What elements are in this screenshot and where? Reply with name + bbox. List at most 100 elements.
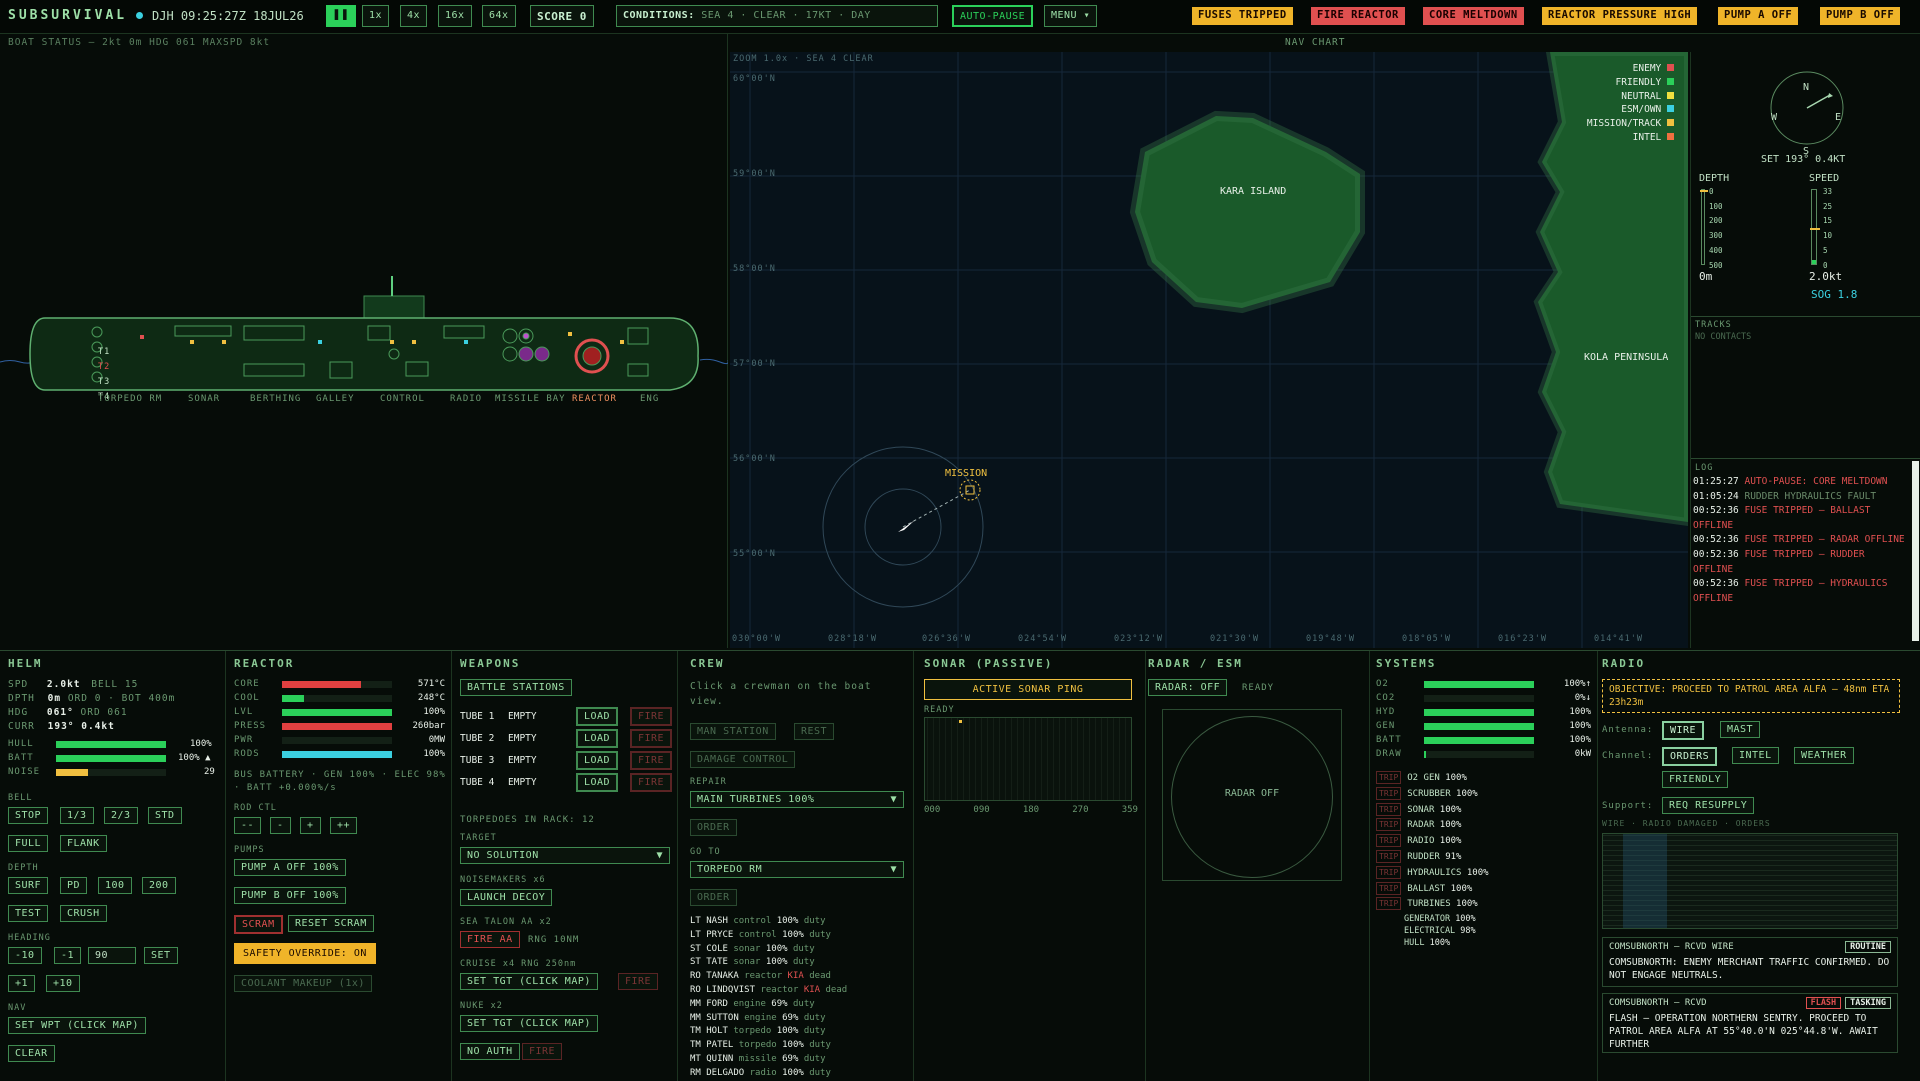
crew-member[interactable]: MM SUTTON engine 69% duty [690, 1012, 906, 1026]
alert-pump-b[interactable]: PUMP B OFF [1820, 7, 1901, 25]
compartment-galley[interactable]: GALLEY [316, 394, 355, 404]
coolant-makeup-button[interactable]: COOLANT MAKEUP (1x) [234, 975, 372, 992]
depth-surf-button[interactable]: SURF [8, 877, 49, 894]
trip-button[interactable]: TRIP [1376, 865, 1402, 879]
compartment-control[interactable]: CONTROL [380, 394, 425, 404]
goto-select[interactable]: TORPEDO RM ▼ [690, 861, 904, 878]
crew-member[interactable]: MM FORD engine 69% duty [690, 998, 906, 1012]
crew-member[interactable]: LT NASH control 100% duty [690, 915, 906, 929]
heading-input[interactable]: 90 [88, 947, 136, 964]
crew-member[interactable]: RO LINDQVIST reactor KIA dead [690, 984, 906, 998]
radio-message[interactable]: COMSUBNORTH — RCVD WIRE ROUTINE COMSUBNORT… [1602, 937, 1898, 987]
bell-2-3-button[interactable]: 2/3 [104, 807, 138, 824]
bell-1-3-button[interactable]: 1/3 [60, 807, 94, 824]
alert-reactor-pressure[interactable]: REACTOR PRESSURE HIGH [1542, 7, 1698, 25]
nuke-set-target-button[interactable]: SET TGT (CLICK MAP) [460, 1015, 598, 1032]
bell-full-button[interactable]: FULL [8, 835, 49, 852]
speed-64x-button[interactable]: 64x [482, 5, 516, 27]
rod-plus2-button[interactable]: ++ [330, 817, 358, 834]
trip-button[interactable]: TRIP [1376, 849, 1402, 863]
pump-a-button[interactable]: PUMP A OFF 100% [234, 859, 346, 876]
compartment-berthing[interactable]: BERTHING [250, 394, 301, 404]
target-select[interactable]: NO SOLUTION ▼ [460, 847, 670, 864]
depth-test-button[interactable]: TEST [8, 905, 49, 922]
trip-button[interactable]: TRIP [1376, 834, 1402, 848]
heading-minus1-button[interactable]: -1 [54, 947, 82, 964]
compartment-missile-bay[interactable]: MISSILE BAY [495, 394, 566, 404]
heading-plus10-button[interactable]: +10 [46, 975, 80, 992]
bell-flank-button[interactable]: FLANK [60, 835, 107, 852]
reset-scram-button[interactable]: RESET SCRAM [288, 915, 374, 932]
request-resupply-button[interactable]: REQ RESUPPLY [1662, 797, 1755, 814]
antenna-wire-button[interactable]: WIRE [1662, 721, 1705, 740]
alert-pump-a[interactable]: PUMP A OFF [1718, 7, 1799, 25]
trip-button[interactable]: TRIP [1376, 771, 1402, 784]
tube-2-fire-button[interactable]: FIRE [630, 729, 673, 748]
goto-order-button[interactable]: ORDER [690, 889, 737, 906]
menu-button[interactable]: MENU ▾ [1044, 5, 1098, 27]
channel-orders-button[interactable]: ORDERS [1662, 747, 1718, 766]
crew-list[interactable]: LT NASH control 100% duty LT PRYCE contro… [690, 915, 906, 1079]
channel-friendly-button[interactable]: FRIENDLY [1662, 771, 1729, 788]
compartment-eng[interactable]: ENG [640, 394, 659, 404]
no-auth-button[interactable]: NO AUTH [460, 1043, 520, 1060]
speed-16x-button[interactable]: 16x [438, 5, 472, 27]
log-scrollbar[interactable] [1912, 461, 1919, 641]
radio-message[interactable]: COMSUBNORTH — RCVD FLASH TASKING FLASH — OP… [1602, 993, 1898, 1053]
crew-member[interactable]: ST TATE sonar 100% duty [690, 956, 906, 970]
depth-pd-button[interactable]: PD [60, 877, 88, 894]
cruise-set-target-button[interactable]: SET TGT (CLICK MAP) [460, 973, 598, 990]
damage-control-button[interactable]: DAMAGE CONTROL [690, 751, 796, 768]
cruise-fire-button[interactable]: FIRE [618, 973, 659, 990]
depth-crush-button[interactable]: CRUSH [60, 905, 107, 922]
crew-member[interactable]: RO TANAKA reactor KIA dead [690, 970, 906, 984]
rod-minus1-button[interactable]: - [270, 817, 291, 834]
alert-fire-reactor[interactable]: FIRE REACTOR [1311, 7, 1405, 25]
crew-member[interactable]: TM HOLT torpedo 100% duty [690, 1025, 906, 1039]
tube-1-fire-button[interactable]: FIRE [630, 707, 673, 726]
radar-toggle-button[interactable]: RADAR: OFF [1148, 679, 1228, 696]
trip-button[interactable]: TRIP [1376, 786, 1402, 800]
trip-button[interactable]: TRIP [1376, 897, 1402, 911]
speed-4x-button[interactable]: 4x [400, 5, 428, 27]
bell-std-button[interactable]: STD [148, 807, 182, 824]
compartment-sonar[interactable]: SONAR [188, 394, 220, 404]
crew-member[interactable]: LT PRYCE control 100% duty [690, 929, 906, 943]
compartment-reactor[interactable]: REACTOR [572, 394, 617, 404]
repair-select[interactable]: MAIN TURBINES 100% ▼ [690, 791, 904, 808]
autopause-button[interactable]: AUTO-PAUSE [952, 5, 1034, 27]
event-log[interactable]: LOG 01:25:27 AUTO-PAUSE: CORE MELTDOWN 01… [1691, 458, 1920, 646]
crew-member[interactable]: ST COLE sonar 100% duty [690, 943, 906, 957]
chart-map[interactable] [730, 52, 1688, 648]
compartment-torpedo-rm[interactable]: TORPEDO RM [98, 394, 162, 404]
channel-weather-button[interactable]: WEATHER [1794, 747, 1854, 764]
crew-member[interactable]: TM PATEL torpedo 100% duty [690, 1039, 906, 1053]
safety-override-toggle[interactable]: SAFETY OVERRIDE: ON [234, 943, 376, 964]
alert-core-meltdown[interactable]: CORE MELTDOWN [1423, 7, 1524, 25]
nuke-fire-button[interactable]: FIRE [522, 1043, 563, 1060]
clear-waypoint-button[interactable]: CLEAR [8, 1045, 55, 1062]
trip-button[interactable]: TRIP [1376, 881, 1402, 895]
tube-3-fire-button[interactable]: FIRE [630, 751, 673, 770]
man-station-button[interactable]: MAN STATION [690, 723, 776, 740]
fire-aa-button[interactable]: FIRE AA [460, 931, 520, 948]
alert-fuses-tripped[interactable]: FUSES TRIPPED [1192, 7, 1293, 25]
heading-set-button[interactable]: SET [144, 947, 178, 964]
crew-member[interactable]: MT QUINN missile 69% duty [690, 1053, 906, 1067]
tube-3-load-button[interactable]: LOAD [576, 751, 619, 770]
trip-button[interactable]: TRIP [1376, 802, 1402, 816]
submarine-diagram[interactable] [0, 214, 728, 464]
depth-200-button[interactable]: 200 [142, 877, 176, 894]
scram-button[interactable]: SCRAM [234, 915, 283, 934]
speed-1x-button[interactable]: 1x [362, 5, 390, 27]
compartment-radio[interactable]: RADIO [450, 394, 482, 404]
tube-4-fire-button[interactable]: FIRE [630, 773, 673, 792]
boat-view[interactable]: BOAT STATUS — 2kt 0m HDG 061 MAXSPD 8kt [0, 34, 728, 648]
active-ping-button[interactable]: ACTIVE SONAR PING [924, 679, 1132, 700]
rest-button[interactable]: REST [794, 723, 835, 740]
heading-minus10-button[interactable]: -10 [8, 947, 42, 964]
pause-button[interactable]: ❚❚ [326, 5, 356, 27]
nav-chart[interactable]: ZOOM 1.0x · SEA 4 CLEAR 60°00'N 59°00'N … [730, 52, 1688, 648]
rod-minus2-button[interactable]: -- [234, 817, 262, 834]
set-waypoint-button[interactable]: SET WPT (CLICK MAP) [8, 1017, 146, 1034]
